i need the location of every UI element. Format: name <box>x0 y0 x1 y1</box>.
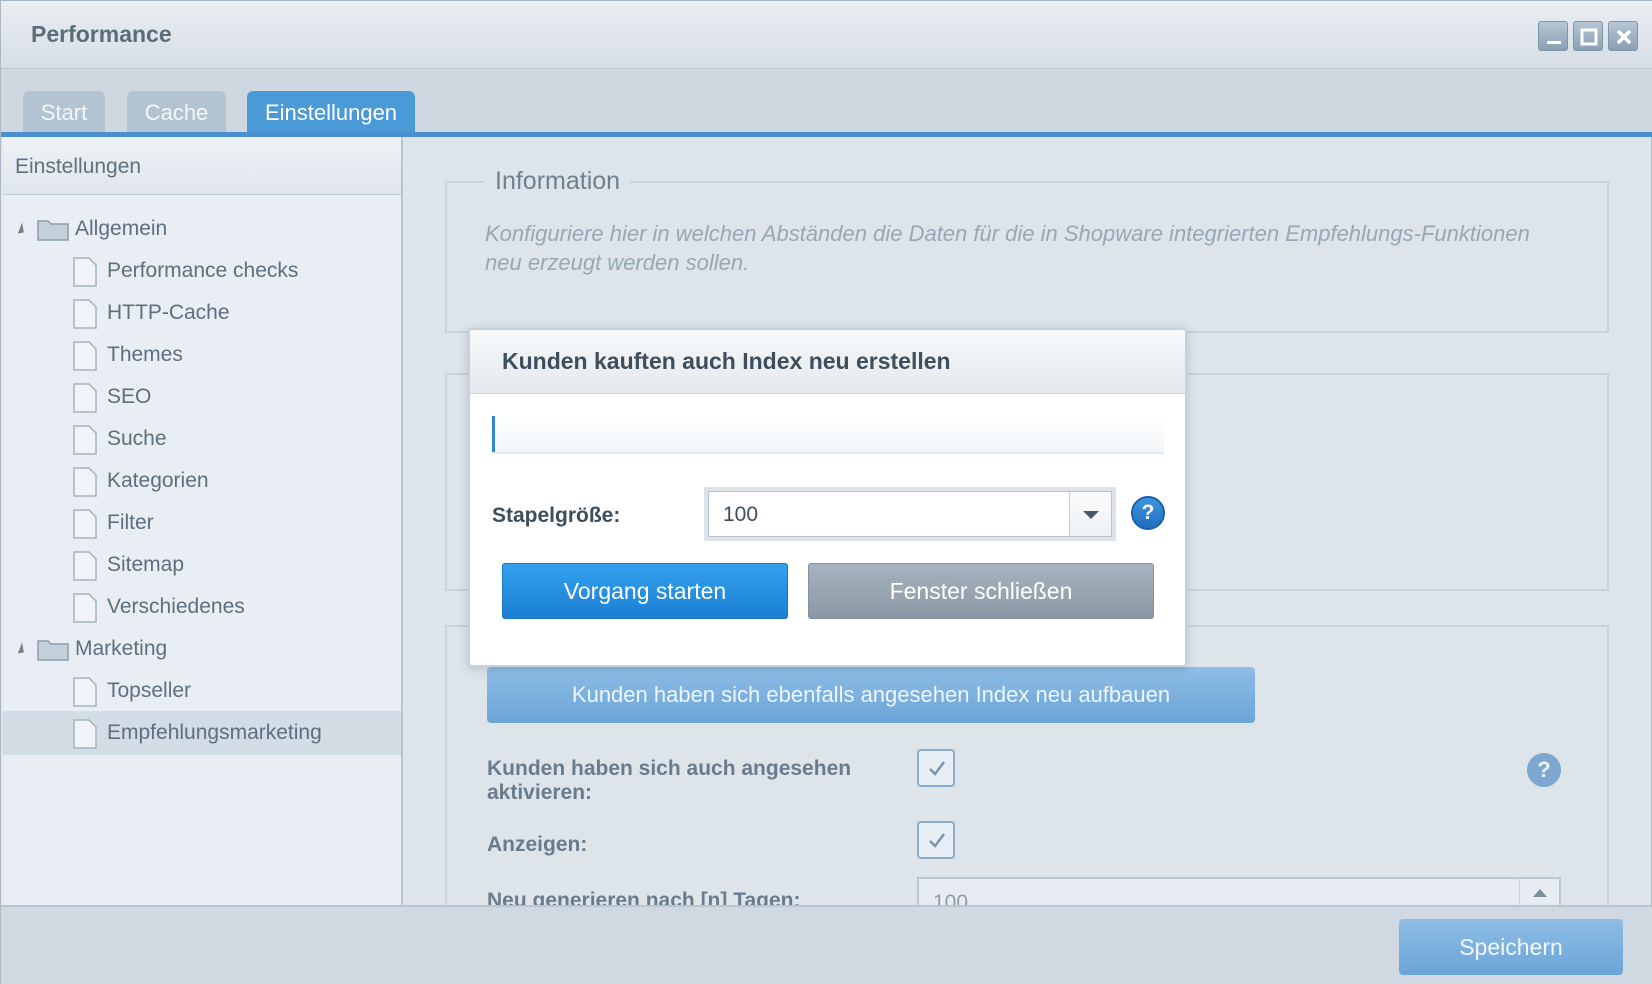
page-icon <box>73 509 97 539</box>
help-icon[interactable]: ? <box>1527 753 1561 787</box>
tree-label: Allgemein <box>75 217 168 240</box>
page-icon <box>73 677 97 707</box>
page-icon <box>73 425 97 455</box>
show-label: Anzeigen: <box>487 833 588 856</box>
expand-arrow-icon[interactable] <box>16 642 24 654</box>
rebuild-index-dialog: Kunden kauften auch Index neu erstellen … <box>468 328 1187 667</box>
page-icon <box>73 551 97 581</box>
page-icon <box>73 593 97 623</box>
chevron-down-icon[interactable] <box>1069 492 1111 536</box>
progress-bar <box>492 416 1164 454</box>
tree-folder-marketing[interactable]: Marketing <box>3 627 401 671</box>
folder-icon <box>37 220 69 241</box>
tree-label: Empfehlungsmarketing <box>107 721 322 744</box>
tree-label: Topseller <box>107 679 192 702</box>
page-icon <box>73 341 97 371</box>
tab-cache[interactable]: Cache <box>127 91 226 135</box>
tree-label: Verschiedenes <box>107 595 245 618</box>
tree-label: Filter <box>107 511 154 534</box>
tree-item-sitemap[interactable]: Sitemap <box>3 543 401 587</box>
viewed-activate-label: Kunden haben sich auch angesehen aktivie… <box>487 757 852 804</box>
performance-window: Performance Start Cache Einstellungen Ei… <box>0 0 1652 984</box>
sidebar-header: Einstellungen <box>3 137 401 195</box>
close-window-button[interactable]: Fenster schließen <box>808 563 1154 619</box>
tree-folder-allgemein[interactable]: Allgemein <box>3 207 401 251</box>
tree-label: Marketing <box>75 637 168 660</box>
tree-label: Themes <box>107 343 183 366</box>
show-checkbox[interactable] <box>917 821 955 859</box>
checkmark-icon <box>929 833 945 848</box>
folder-icon <box>37 640 69 661</box>
select-inner: 100 <box>708 491 1112 537</box>
window-title: Performance <box>31 21 172 47</box>
window-footer: Speichern <box>1 905 1652 984</box>
tree-label: Performance checks <box>107 259 299 282</box>
tree-item-performance-checks[interactable]: Performance checks <box>3 249 401 293</box>
tree-label: SEO <box>107 385 152 408</box>
tab-start[interactable]: Start <box>23 91 105 135</box>
rebuild-viewed-index-button[interactable]: Kunden haben sich ebenfalls angesehen In… <box>487 667 1255 723</box>
progress-bar-fill <box>492 416 495 452</box>
regenerate-days-input[interactable]: 100 <box>917 877 1561 905</box>
start-process-button[interactable]: Vorgang starten <box>502 563 788 619</box>
dialog-header: Kunden kauften auch Index neu erstellen <box>470 330 1185 394</box>
tree-item-suche[interactable]: Suche <box>3 417 401 461</box>
tree-label: Sitemap <box>107 553 185 576</box>
tree-item-verschiedenes[interactable]: Verschiedenes <box>3 585 401 629</box>
window-titlebar: Performance <box>1 1 1652 69</box>
tree-item-http-cache[interactable]: HTTP-Cache <box>3 291 401 335</box>
tree-item-filter[interactable]: Filter <box>3 501 401 545</box>
close-icon[interactable] <box>1608 21 1638 51</box>
page-icon <box>73 467 97 497</box>
tree-label: HTTP-Cache <box>107 301 230 324</box>
tree-item-themes[interactable]: Themes <box>3 333 401 377</box>
maximize-icon[interactable] <box>1573 21 1603 51</box>
page-icon <box>73 719 97 749</box>
tree-item-topseller[interactable]: Topseller <box>3 669 401 713</box>
tree-item-empfehlungsmarketing[interactable]: Empfehlungsmarketing <box>3 711 401 755</box>
tab-bar: Start Cache Einstellungen <box>1 69 1652 135</box>
fieldset-legend: Information <box>485 167 631 196</box>
viewed-activate-checkbox[interactable] <box>917 749 955 787</box>
batch-size-label: Stapelgröße: <box>492 504 621 527</box>
select-value: 100 <box>723 503 759 526</box>
checkmark-icon <box>929 761 945 776</box>
save-button[interactable]: Speichern <box>1399 919 1623 975</box>
regenerate-days-label: Neu generieren nach [n] Tagen: <box>487 889 801 905</box>
tree-label: Kategorien <box>107 469 209 492</box>
tree-item-seo[interactable]: SEO <box>3 375 401 419</box>
tree-label: Suche <box>107 427 167 450</box>
help-icon[interactable]: ? <box>1131 496 1165 530</box>
tree-item-kategorien[interactable]: Kategorien <box>3 459 401 503</box>
information-fieldset: Information Konfiguriere hier in welchen… <box>445 167 1609 333</box>
page-icon <box>73 299 97 329</box>
minimize-icon[interactable] <box>1538 21 1568 51</box>
info-text: Konfiguriere hier in welchen Abständen d… <box>485 221 1530 275</box>
tab-einstellungen[interactable]: Einstellungen <box>247 91 415 135</box>
page-icon <box>73 257 97 287</box>
input-value: 100 <box>933 891 969 905</box>
batch-size-select[interactable]: 100 <box>704 487 1116 541</box>
page-icon <box>73 383 97 413</box>
dialog-title: Kunden kauften auch Index neu erstellen <box>502 348 951 374</box>
expand-arrow-icon[interactable] <box>16 222 24 234</box>
settings-sidebar: Einstellungen Allgemein Performance chec… <box>3 137 403 905</box>
spinner-up-icon[interactable] <box>1519 879 1559 905</box>
